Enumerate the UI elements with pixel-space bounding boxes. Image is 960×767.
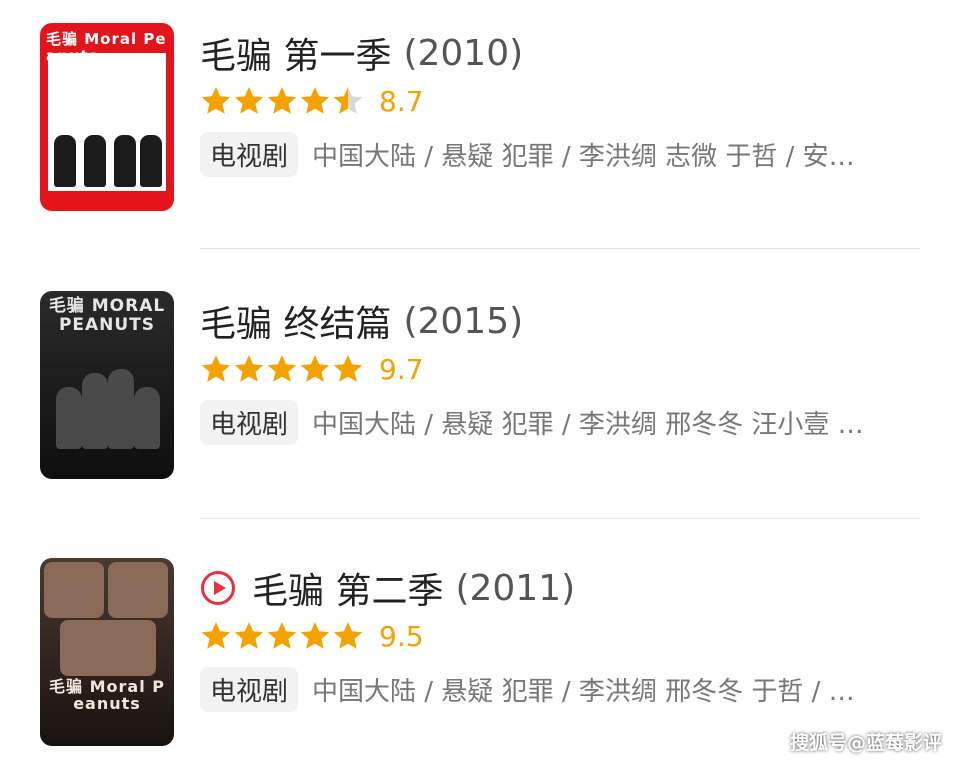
watermark: 搜狐号@蓝莓影评 [789, 732, 942, 754]
poster-figure [108, 369, 134, 449]
rating-score: 9.7 [379, 352, 424, 386]
star-full-icon [201, 355, 231, 382]
meta-row: 电视剧 中国大陆 / 悬疑 犯罪 / 李洪绸 志微 于哲 / 安… [200, 131, 855, 177]
item-meta: 中国大陆 / 悬疑 犯罪 / 李洪绸 邢冬冬 汪小壹 … [312, 409, 864, 440]
rating-row: 8.7 [200, 81, 424, 121]
poster-image[interactable]: 毛骗 Moral Peanuts [40, 558, 174, 746]
item-year: (2010) [403, 32, 524, 74]
poster-figure [84, 135, 106, 187]
star-full-icon [234, 355, 264, 382]
poster-figure [82, 373, 108, 449]
star-full-icon [300, 355, 330, 382]
rating-row: 9.7 [200, 349, 424, 389]
rating-row: 9.5 [200, 616, 424, 656]
star-rating [200, 353, 365, 385]
list-item[interactable]: 毛骗 Moral Peanuts 毛骗 第一季 (2010) 8.7 电视剧 中… [0, 23, 960, 213]
poster-figure [140, 135, 162, 187]
poster-figure [44, 562, 104, 618]
star-full-icon [300, 622, 330, 649]
star-full-icon [333, 355, 363, 382]
star-full-icon [333, 622, 363, 649]
item-meta: 中国大陆 / 悬疑 犯罪 / 李洪绸 邢冬冬 于哲 / … [312, 676, 855, 707]
list-item[interactable]: 毛骗 MORAL PEANUTS 毛骗 终结篇 (2015) 9.7 电视剧 中… [0, 291, 960, 481]
poster-figure [56, 387, 82, 449]
poster-figure [134, 387, 160, 449]
poster-label: 毛骗 MORAL PEANUTS [48, 296, 166, 335]
star-full-icon [234, 622, 264, 649]
title-row[interactable]: 毛骗 终结篇 (2015) [200, 295, 524, 347]
poster-image[interactable]: 毛骗 Moral Peanuts [40, 23, 174, 211]
search-results-list: 毛骗 Moral Peanuts 毛骗 第一季 (2010) 8.7 电视剧 中… [0, 0, 960, 767]
star-full-icon [201, 622, 231, 649]
star-rating [200, 85, 365, 117]
item-title[interactable]: 毛骗 第一季 [200, 27, 391, 79]
star-full-icon [201, 87, 231, 114]
divider [200, 248, 920, 249]
poster-label: 毛骗 Moral Peanuts [49, 677, 165, 713]
type-badge: 电视剧 [200, 399, 299, 445]
divider [200, 518, 920, 519]
meta-row: 电视剧 中国大陆 / 悬疑 犯罪 / 李洪绸 邢冬冬 于哲 / … [200, 666, 855, 712]
poster-figure [54, 135, 76, 187]
item-year: (2011) [455, 567, 576, 609]
type-badge: 电视剧 [200, 666, 299, 712]
star-full-icon [300, 87, 330, 114]
poster-figure [60, 620, 156, 676]
star-full-icon [234, 87, 264, 114]
item-meta: 中国大陆 / 悬疑 犯罪 / 李洪绸 志微 于哲 / 安… [312, 141, 855, 172]
rating-score: 9.5 [379, 619, 424, 653]
star-half-icon [333, 87, 363, 114]
poster-figure [114, 135, 136, 187]
star-full-icon [267, 87, 297, 114]
poster-label: 毛骗 Moral Peanuts [46, 30, 167, 65]
rating-score: 8.7 [379, 84, 424, 118]
meta-row: 电视剧 中国大陆 / 悬疑 犯罪 / 李洪绸 邢冬冬 汪小壹 … [200, 399, 864, 445]
play-circle-icon[interactable] [200, 570, 236, 606]
item-title[interactable]: 毛骗 终结篇 [200, 295, 391, 347]
star-full-icon [267, 355, 297, 382]
item-title[interactable]: 毛骗 第二季 [252, 562, 443, 614]
star-full-icon [267, 622, 297, 649]
title-row[interactable]: 毛骗 第二季 (2011) [200, 564, 575, 612]
item-year: (2015) [403, 300, 524, 342]
star-rating [200, 620, 365, 652]
title-row[interactable]: 毛骗 第一季 (2010) [200, 27, 524, 79]
poster-figure [108, 562, 168, 618]
type-badge: 电视剧 [200, 131, 299, 177]
poster-image[interactable]: 毛骗 MORAL PEANUTS [40, 291, 174, 479]
list-item[interactable]: 毛骗 Moral Peanuts 毛骗 第二季 (2011) 9.5 电视剧 中… [0, 558, 960, 748]
